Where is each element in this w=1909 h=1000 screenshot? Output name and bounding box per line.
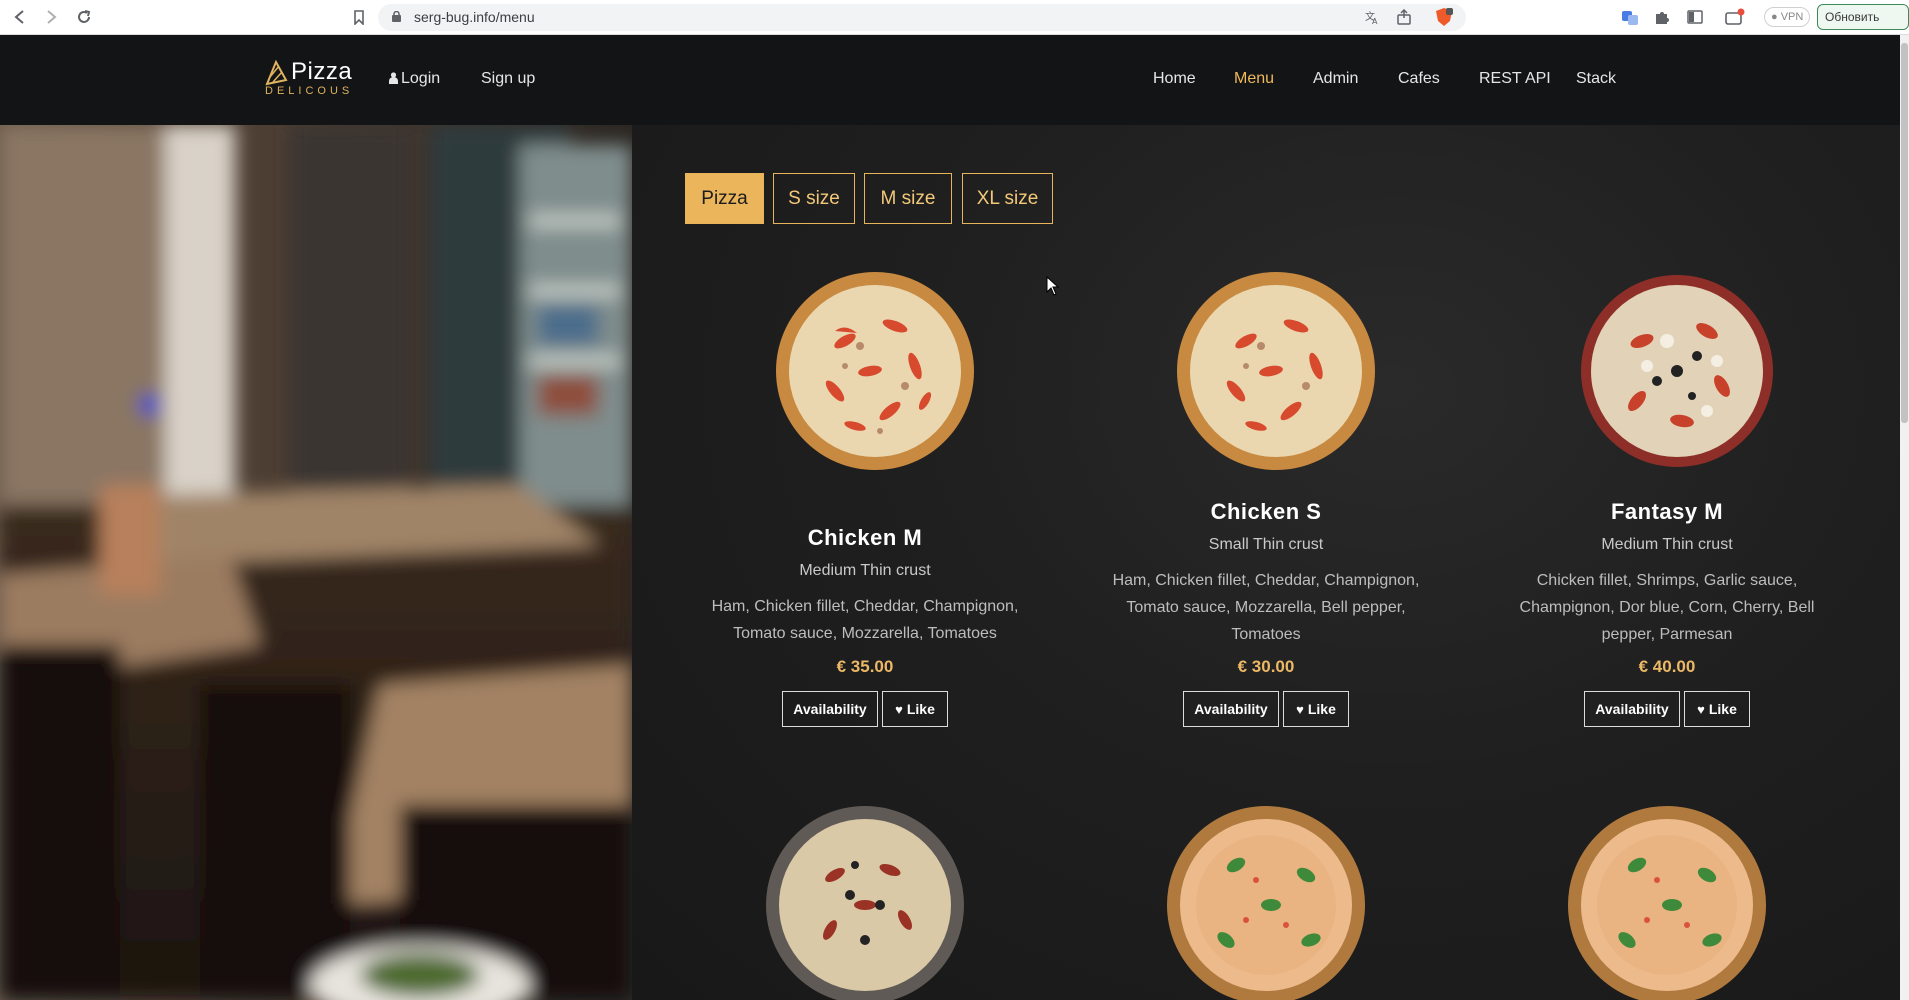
product-name: Chicken M [807, 525, 923, 550]
svg-text:A: A [1372, 17, 1378, 25]
pizza-image [1167, 806, 1365, 1000]
page-scrollbar[interactable] [1900, 35, 1909, 1000]
extensions-puzzle-icon[interactable] [1652, 7, 1672, 27]
vpn-toggle[interactable]: ● VPN [1764, 7, 1811, 27]
mouse-cursor-icon [1046, 276, 1060, 296]
pizza-image [1568, 806, 1766, 1000]
nav-cafes[interactable]: Cafes [1398, 70, 1440, 88]
translate-icon[interactable]: 文A [1362, 7, 1382, 27]
product-card: Chicken M Medium Thin crust Ham, Chicken… [695, 271, 1035, 751]
back-icon[interactable] [9, 6, 31, 28]
signup-link[interactable]: Sign up [481, 70, 535, 88]
lock-icon [392, 11, 401, 22]
address-bar[interactable]: serg-bug.info/menu [378, 4, 1466, 31]
product-card: Chicken S Small Thin crust Ham, Chicken … [1096, 271, 1436, 751]
product-actions: Availability ♥ Like [1497, 691, 1837, 727]
heart-icon: ♥ [1296, 701, 1304, 717]
browser-toolbar: serg-bug.info/menu 文A ● VPN Обновить [0, 0, 1909, 35]
product-name: Fantasy M [1610, 499, 1724, 524]
product-card: Fantasy M Medium Thin crust Chicken fill… [1497, 271, 1837, 751]
like-label: Like [1307, 701, 1336, 717]
pizza-image [776, 272, 974, 470]
bookmark-icon[interactable] [348, 6, 370, 28]
logo-subtitle: DELICOUS [265, 85, 354, 97]
extension-translate-icon[interactable] [1620, 7, 1640, 27]
product-ingredients: Ham, Chicken fillet, Cheddar, Champignon… [1112, 572, 1420, 643]
wallet-icon[interactable] [1725, 7, 1745, 27]
heart-icon: ♥ [1697, 701, 1705, 717]
cafe-interior-photo [0, 125, 632, 1000]
nav-rest-api[interactable]: REST API [1479, 70, 1551, 88]
product-size: Small Thin crust [1208, 536, 1324, 553]
product-price: € 40.00 [1638, 657, 1696, 676]
availability-button[interactable]: Availability [1584, 691, 1680, 727]
filter-xl-size[interactable]: XL size [962, 173, 1053, 224]
update-label: Обновить [1825, 10, 1880, 24]
availability-button[interactable]: Availability [782, 691, 878, 727]
product-size: Medium Thin crust [1601, 536, 1733, 553]
product-actions: Availability ♥ Like [1096, 691, 1436, 727]
nav-admin[interactable]: Admin [1313, 70, 1358, 88]
pizza-image [1581, 275, 1773, 467]
product-price: € 30.00 [1237, 657, 1295, 676]
like-label: Like [906, 701, 935, 717]
brave-shield-icon[interactable] [1434, 7, 1454, 27]
like-label: Like [1708, 701, 1737, 717]
menu-section: Pizza S size M size XL size Chicken M Me… [632, 125, 1900, 1000]
product-price: € 35.00 [836, 657, 894, 676]
login-label: Login [401, 70, 441, 87]
filter-pizza[interactable]: Pizza [685, 173, 764, 224]
filter-m-size[interactable]: M size [864, 173, 952, 224]
like-button[interactable]: ♥ Like [1684, 691, 1750, 727]
product-ingredients: Ham, Chicken fillet, Cheddar, Champignon… [711, 598, 1019, 642]
reload-icon[interactable] [73, 6, 95, 28]
nav-menu[interactable]: Menu [1234, 70, 1274, 88]
heart-icon: ♥ [895, 701, 903, 717]
sidebar-icon[interactable] [1685, 7, 1705, 27]
like-button[interactable]: ♥ Like [1283, 691, 1349, 727]
vpn-label: VPN [1780, 11, 1804, 23]
product-name: Chicken S [1210, 499, 1322, 524]
site-header: Pizza DELICOUS Login Sign up Home Menu A… [0, 35, 1900, 125]
login-link[interactable]: Login [389, 70, 440, 88]
product-ingredients: Chicken fillet, Shrimps, Garlic sauce, C… [1519, 572, 1815, 643]
site-logo[interactable]: Pizza DELICOUS [264, 58, 354, 100]
forward-icon[interactable] [40, 6, 62, 28]
nav-stack[interactable]: Stack [1576, 70, 1616, 88]
availability-button[interactable]: Availability [1183, 691, 1279, 727]
pizza-image [766, 806, 964, 1000]
product-size: Medium Thin crust [799, 562, 931, 579]
pizza-slice-icon [265, 60, 288, 86]
like-button[interactable]: ♥ Like [882, 691, 948, 727]
url-text: serg-bug.info/menu [414, 9, 535, 25]
logo-title: Pizza [291, 58, 353, 85]
update-browser-button[interactable]: Обновить [1817, 4, 1909, 30]
share-icon[interactable] [1394, 7, 1414, 27]
pizza-image [1177, 272, 1375, 470]
nav-home[interactable]: Home [1153, 70, 1196, 88]
user-icon [389, 72, 398, 84]
scrollbar-thumb[interactable] [1901, 43, 1908, 423]
product-actions: Availability ♥ Like [695, 691, 1035, 727]
filter-s-size[interactable]: S size [773, 173, 855, 224]
